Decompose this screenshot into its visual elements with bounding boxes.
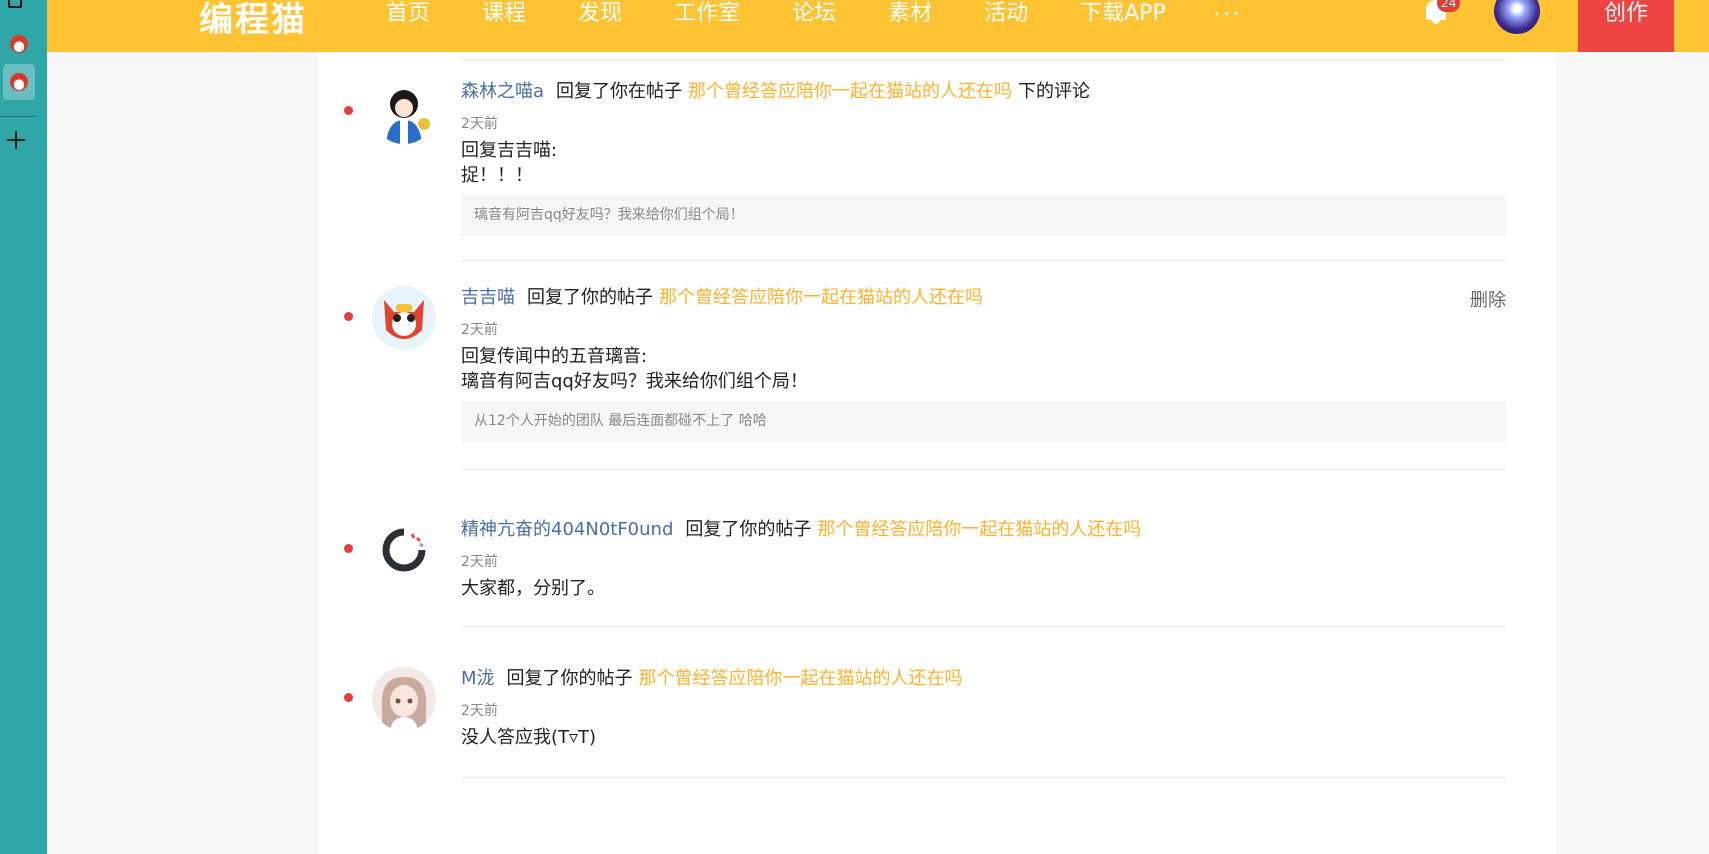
delete-button[interactable]: 删除: [1470, 286, 1506, 312]
codemao-favicon-icon: [10, 35, 28, 53]
quoted-comment[interactable]: 璃音有阿吉qq好友吗？我来给你们组个局！: [461, 195, 1506, 236]
post-title-link[interactable]: 那个曾经答应陪你一起在猫站的人还在吗: [639, 668, 963, 689]
sidebar-tab-codemao[interactable]: [3, 26, 35, 62]
more-menu-icon[interactable]: ···: [1213, 2, 1242, 26]
post-title-link[interactable]: 那个曾经答应陪你一起在猫站的人还在吗: [659, 287, 983, 308]
quoted-comment[interactable]: 从12个人开始的团队 最后连面都碰不上了 哈哈: [461, 401, 1506, 442]
suffix-text: 下的评论: [1018, 81, 1091, 102]
nav-item-courses[interactable]: 课程: [482, 0, 526, 30]
timestamp: 2天前: [461, 554, 498, 570]
username-link[interactable]: 吉吉喵: [461, 287, 515, 308]
action-text: 回复了你的帖子: [527, 287, 653, 308]
main-nav: 首页 课程 发现 工作室 论坛 素材 活动 下载APP: [386, 0, 1218, 30]
nav-item-forum[interactable]: 论坛: [792, 0, 836, 30]
nav-item-download-app[interactable]: 下载APP: [1080, 0, 1166, 30]
divider: [461, 59, 1506, 60]
unread-dot: [344, 312, 353, 321]
timestamp: 2天前: [461, 116, 498, 132]
notification-headline: 森林之喵a 回复了你在帖子 那个曾经答应陪你一起在猫站的人还在吗 下的评论: [461, 80, 1090, 104]
user-avatar[interactable]: [1494, 0, 1540, 34]
nav-item-events[interactable]: 活动: [984, 0, 1028, 30]
nav-item-studio[interactable]: 工作室: [674, 0, 740, 30]
avatar[interactable]: [372, 518, 436, 582]
reply-content: 没人答应我(T▿T): [461, 727, 597, 748]
divider: [461, 626, 1506, 627]
reply-content: 回复吉吉喵: 捉！！！: [461, 140, 558, 186]
top-header: 编程猫 首页 课程 发现 工作室 论坛 素材 活动 下载APP ··· 24 创…: [47, 0, 1709, 52]
unread-dot: [344, 544, 353, 553]
avatar[interactable]: [372, 286, 436, 350]
post-title-link[interactable]: 那个曾经答应陪你一起在猫站的人还在吗: [817, 519, 1141, 540]
timestamp: 2天前: [461, 322, 498, 338]
codemao-favicon-icon: [10, 73, 28, 91]
sidebar-tab-codemao-active[interactable]: [3, 64, 35, 100]
add-tab-icon[interactable]: [6, 130, 26, 150]
avatar[interactable]: [372, 80, 436, 144]
divider: [461, 260, 1506, 261]
action-text: 回复了你的帖子: [685, 519, 812, 540]
divider: [461, 777, 1506, 778]
notification-panel: 森林之喵a 回复了你在帖子 那个曾经答应陪你一起在猫站的人还在吗 下的评论 2天前 回…: [318, 52, 1556, 854]
action-text: 回复了你的帖子: [506, 668, 633, 689]
create-button[interactable]: 创作: [1578, 0, 1674, 52]
site-logo[interactable]: 编程猫: [199, 0, 307, 41]
notification-count-badge: 24: [1437, 0, 1461, 12]
browser-sidebar: [0, 0, 47, 854]
unread-dot: [344, 693, 353, 702]
window-icon[interactable]: [8, 0, 22, 8]
nav-item-materials[interactable]: 素材: [888, 0, 932, 30]
reply-content: 大家都，分别了。: [461, 578, 605, 599]
unread-dot: [344, 106, 353, 115]
username-link[interactable]: 精神亢奋的404N0tF0und: [461, 519, 673, 540]
action-text: 回复了你在帖子: [556, 81, 683, 102]
nav-item-home[interactable]: 首页: [386, 0, 430, 30]
reply-content: 回复传闻中的五音璃音: 璃音有阿吉qq好友吗？我来给你们组个局！: [461, 346, 808, 392]
notification-headline: 精神亢奋的404N0tF0und 回复了你的帖子 那个曾经答应陪你一起在猫站的人还在…: [461, 518, 1147, 542]
nav-item-discover[interactable]: 发现: [578, 0, 622, 30]
notification-headline: 吉吉喵 回复了你的帖子 那个曾经答应陪你一起在猫站的人还在吗: [461, 286, 989, 310]
post-title-link[interactable]: 那个曾经答应陪你一起在猫站的人还在吗: [688, 81, 1012, 102]
username-link[interactable]: M泷: [461, 668, 495, 689]
sidebar-divider: [0, 116, 36, 117]
notification-headline: M泷 回复了你的帖子 那个曾经答应陪你一起在猫站的人还在吗: [461, 667, 969, 691]
divider: [461, 469, 1506, 470]
timestamp: 2天前: [461, 703, 498, 719]
avatar[interactable]: [372, 667, 436, 731]
username-link[interactable]: 森林之喵a: [461, 81, 544, 102]
